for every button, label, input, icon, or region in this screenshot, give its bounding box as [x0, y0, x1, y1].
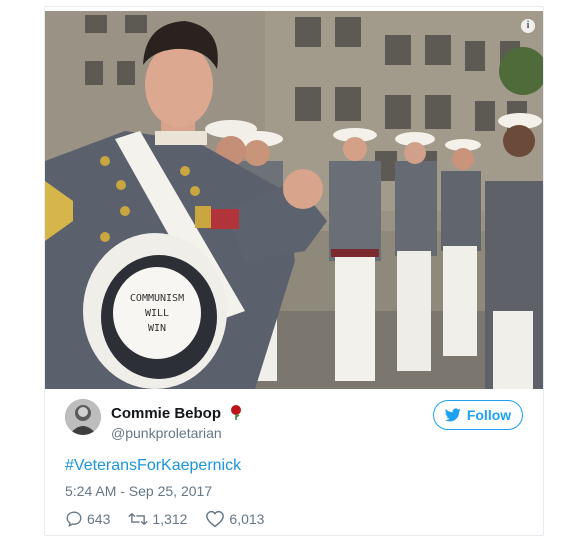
retweet-icon: [128, 513, 149, 525]
tweet-card: COMMUNISM WILL WIN i Commie Bebop @punkp…: [44, 6, 544, 536]
hat-sign-line-1: COMMUNISM: [130, 293, 184, 304]
avatar[interactable]: [65, 399, 101, 435]
reply-icon: [66, 511, 82, 528]
like-count: 6,013: [229, 511, 265, 527]
follow-label: Follow: [466, 407, 512, 423]
tweet-photo[interactable]: COMMUNISM WILL WIN i: [45, 11, 543, 389]
reply-action[interactable]: 643: [65, 510, 110, 528]
display-name[interactable]: Commie Bebop: [111, 404, 243, 424]
reply-count: 643: [87, 511, 111, 527]
tweet-actions: 643 1,312 6,013: [65, 510, 264, 528]
avatar-portrait-icon: [65, 399, 101, 435]
photo-scene: COMMUNISM WILL WIN: [45, 11, 543, 389]
retweet-action[interactable]: 1,312: [128, 510, 187, 528]
retweet-count: 1,312: [152, 511, 188, 527]
heart-icon: [206, 510, 225, 528]
hat-sign-line-3: WIN: [148, 323, 166, 334]
display-name-text[interactable]: Commie Bebop: [111, 405, 221, 422]
tweet-timestamp[interactable]: 5:24 AM - Sep 25, 2017: [65, 483, 212, 499]
info-icon[interactable]: i: [521, 19, 535, 33]
hashtag-link[interactable]: #VeteransForKaepernick: [65, 457, 241, 475]
follow-button[interactable]: Follow: [433, 400, 523, 430]
like-action[interactable]: 6,013: [205, 510, 264, 528]
twitter-bird-icon: [444, 408, 461, 422]
hat-sign-line-2: WILL: [145, 308, 169, 319]
rose-icon: [229, 404, 243, 424]
user-handle[interactable]: @punkproletarian: [111, 425, 222, 441]
